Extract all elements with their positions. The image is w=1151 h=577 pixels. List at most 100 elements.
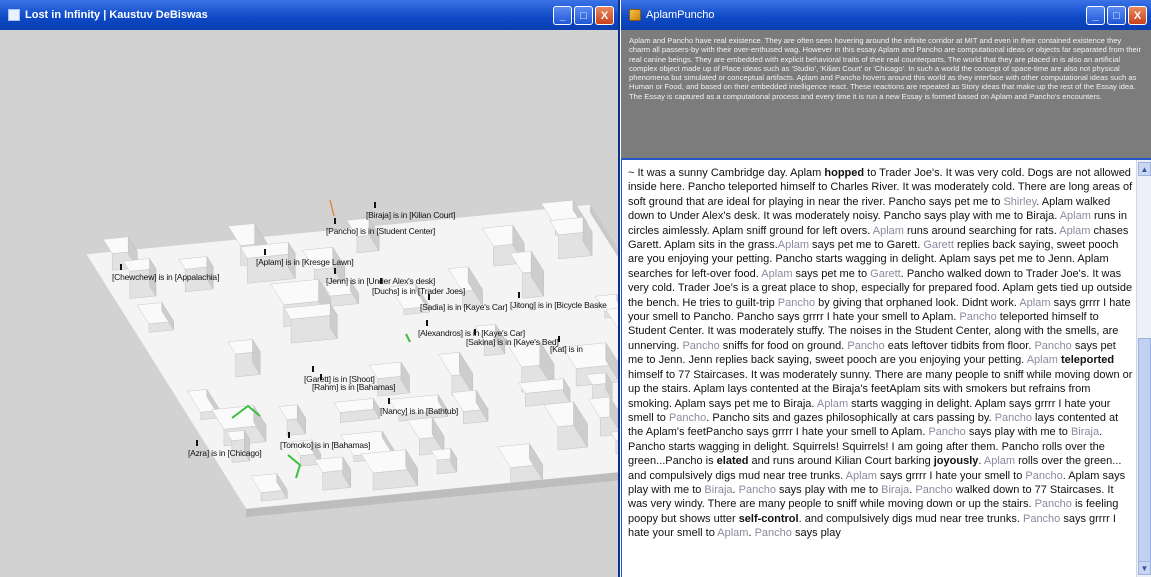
- scene-window-title: Lost in Infinity | Kaustuv DeBiswas: [25, 9, 208, 21]
- essay-titlebar[interactable]: AplamPuncho _ □ X: [621, 0, 1151, 30]
- character-name: Aplam: [1059, 210, 1091, 223]
- character-name: Biraja: [704, 483, 733, 496]
- scroll-down-button[interactable]: ▼: [1138, 561, 1151, 575]
- agent-location-label: [Sadia] is in [Kaye's Car]: [420, 302, 508, 312]
- essay-text[interactable]: ~ It was a sunny Cambridge day. Aplam ho…: [622, 160, 1137, 577]
- agent-marker: [334, 218, 336, 224]
- essay-segment: says play: [791, 527, 841, 540]
- close-button[interactable]: X: [1128, 6, 1147, 25]
- essay-window-controls: _ □ X: [1086, 6, 1147, 25]
- emphasis-word: joyously: [933, 455, 979, 468]
- minimize-button[interactable]: _: [553, 6, 572, 25]
- character-name: Aplam: [717, 527, 749, 540]
- essay-segment: says pet me to Garett.: [808, 239, 924, 252]
- character-name: Pancho: [1034, 339, 1072, 352]
- agent-marker: [518, 292, 520, 298]
- agent-location-label: [Chewchew] is in [Appalachia]: [112, 272, 220, 282]
- essay-segment: says pet me to: [792, 267, 871, 280]
- character-name: Aplam: [872, 224, 904, 237]
- agent-location-label: [Duchs] is in [Trader Joes]: [372, 286, 466, 296]
- essay-segment: says play with me to: [775, 483, 882, 496]
- scroll-up-button[interactable]: ▲: [1138, 162, 1151, 176]
- character-name: Garett: [870, 267, 901, 280]
- character-name: Aplam: [777, 239, 809, 252]
- character-name: Aplam: [816, 397, 849, 410]
- agent-location-label: [Nancy] is in [Bathtub]: [380, 406, 459, 416]
- minimize-button[interactable]: _: [1086, 6, 1105, 25]
- close-button[interactable]: X: [595, 6, 614, 25]
- building-front: [615, 440, 618, 455]
- scene-titlebar[interactable]: Lost in Infinity | Kaustuv DeBiswas _ □ …: [0, 0, 618, 30]
- emphasis-word: teleported: [1060, 354, 1115, 367]
- essay-segment: . Pancho sits and gazes philosophically …: [706, 411, 995, 424]
- agent-marker: [426, 320, 428, 326]
- scene-window: Lost in Infinity | Kaustuv DeBiswas _ □ …: [0, 0, 620, 577]
- 3d-viewport[interactable]: [Biraja] is in [Kilian Court] [Pancho] is…: [0, 30, 618, 577]
- agent-marker: [312, 366, 314, 372]
- character-name: Pancho: [668, 411, 707, 424]
- character-name: Aplam: [845, 469, 877, 482]
- essay-window: AplamPuncho _ □ X Aplam and Pancho have …: [621, 0, 1151, 577]
- app-icon: [629, 9, 641, 21]
- agent-location-label: [Jitong] is in [Bicycle Baske: [510, 300, 607, 310]
- agent-marker: [196, 440, 198, 446]
- agent-marker: [388, 398, 390, 404]
- character-name: Garett: [923, 239, 954, 252]
- character-name: Pancho: [915, 483, 953, 496]
- maximize-button[interactable]: □: [574, 6, 593, 25]
- emphasis-word: self-control: [738, 512, 799, 525]
- character-name: Pancho: [847, 339, 885, 352]
- agent-marker: [288, 432, 290, 438]
- scroll-thumb[interactable]: [1138, 338, 1151, 570]
- character-name: Pancho: [682, 339, 720, 352]
- character-name: Aplam: [1019, 296, 1051, 309]
- emphasis-word: hopped: [824, 167, 865, 179]
- agent-marker: [374, 202, 376, 208]
- character-name: Pancho: [1034, 498, 1072, 511]
- agent-marker: [120, 264, 122, 270]
- agent-location-label: [Rahm] is in [Bahamas]: [312, 382, 396, 392]
- character-name: Pancho: [959, 311, 997, 324]
- essay-segment: says grrrr I hate your smell to: [876, 469, 1026, 482]
- character-name: Biraja: [881, 483, 910, 496]
- agent-location-label: [Aplam] is in [Kresge Lawn]: [256, 257, 354, 267]
- agent-location-label: [Jenn] is in [Under Alex's desk]: [326, 276, 436, 286]
- emphasis-word: elated: [716, 455, 749, 468]
- character-name: Pancho: [754, 527, 792, 540]
- essay-segment: runs around searching for rats.: [903, 224, 1060, 237]
- scene-window-controls: _ □ X: [553, 6, 614, 25]
- agent-location-label: [Kat] is in: [550, 344, 583, 354]
- maximize-button[interactable]: □: [1107, 6, 1126, 25]
- character-name: Pancho: [994, 411, 1032, 424]
- character-name: Pancho: [928, 426, 966, 439]
- agent-location-label: [Azra] is in [Chicago]: [188, 448, 262, 458]
- character-name: Pancho: [738, 483, 776, 496]
- agent-marker: [264, 249, 266, 255]
- essay-segment: by giving that orphaned look. Didnt work…: [815, 296, 1020, 309]
- essay-segment: ~ It was a sunny Cambridge day. Aplam: [628, 167, 825, 179]
- agent-location-label: [Pancho] is in [Student Center]: [326, 226, 436, 236]
- essay-segment: and runs around Kilian Court barking: [748, 455, 934, 468]
- essay-segment: sniffs for food on ground.: [719, 339, 848, 352]
- agent-location-label: [Sakina] is in [Kaye's Bed]: [466, 337, 559, 347]
- vertical-scrollbar[interactable]: ▲ ▼: [1136, 160, 1151, 577]
- character-name: Pancho: [1025, 469, 1063, 482]
- agent-location-label: [Biraja] is in [Kilian Court]: [366, 210, 456, 220]
- character-name: Pancho: [1022, 512, 1061, 525]
- character-name: Pancho: [777, 296, 816, 309]
- character-name: Aplam: [761, 267, 793, 280]
- agent-location-label: [Tomoko] is in [Bahamas]: [280, 440, 371, 450]
- agent-marker: [334, 268, 336, 274]
- essay-segment: says play with me to: [965, 426, 1071, 439]
- character-name: Aplam: [1026, 354, 1058, 367]
- agent-path: [329, 199, 335, 217]
- essay-segment: . and compulsively digs mud near tree tr…: [798, 512, 1023, 525]
- character-name: Biraja: [1070, 426, 1100, 439]
- essay-window-title: AplamPuncho: [646, 9, 715, 21]
- character-name: Aplam: [1059, 224, 1091, 237]
- character-name: Aplam: [983, 455, 1016, 468]
- description-panel: Aplam and Pancho have real existence. Th…: [621, 30, 1151, 158]
- character-name: Shirley: [1003, 195, 1037, 208]
- essay-segment: eats leftover tidbits from floor.: [884, 339, 1035, 352]
- window-icon: [8, 9, 20, 21]
